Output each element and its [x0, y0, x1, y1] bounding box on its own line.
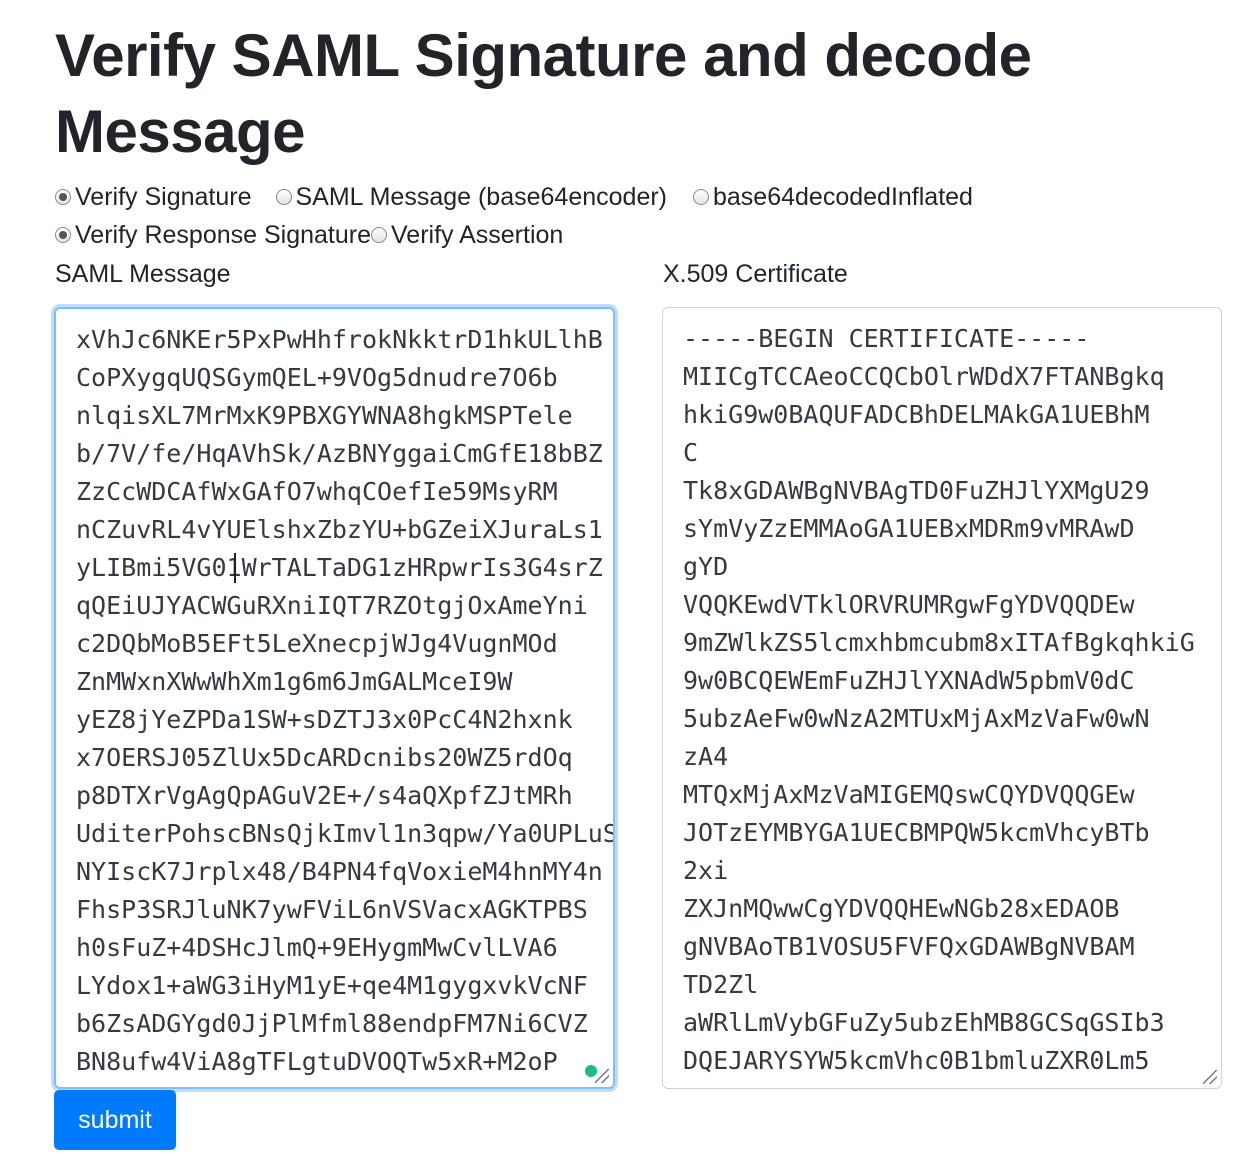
target-radio-group: Verify Response Signature Verify Asserti…: [55, 220, 563, 250]
radio-option-saml-message-base64encoder[interactable]: SAML Message (base64encoder): [275, 182, 668, 212]
x509-certificate-label: X.509 Certificate: [663, 260, 848, 288]
radio-option-base64decodedinflated[interactable]: base64decodedInflated: [693, 183, 973, 212]
radio-label-base64decodedinflated: base64decodedInflated: [713, 182, 973, 211]
radio-option-verify-response-signature[interactable]: Verify Response Signature: [55, 221, 371, 250]
x509-certificate-textarea[interactable]: -----BEGIN CERTIFICATE----- MIICgTCCAeoC…: [662, 307, 1222, 1089]
radio-label-verify-assertion: Verify Assertion: [391, 220, 564, 249]
radio-base64decodedinflated[interactable]: [693, 189, 709, 205]
radio-verify-response-signature[interactable]: [55, 227, 71, 243]
submit-button[interactable]: submit: [54, 1090, 176, 1150]
page-title: Verify SAML Signature and decode Message: [55, 18, 1155, 170]
mode-radio-group: Verify Signature SAML Message (base64enc…: [55, 182, 973, 212]
radio-label-saml-message-base64encoder: SAML Message (base64encoder): [295, 182, 668, 211]
radio-saml-message-base64encoder[interactable]: [275, 189, 292, 205]
radio-verify-assertion[interactable]: [371, 227, 388, 243]
resize-handle-icon[interactable]: [1203, 1070, 1217, 1084]
saml-message-label: SAML Message: [55, 260, 231, 288]
radio-verify-signature[interactable]: [55, 189, 71, 205]
page-title-line2: Message: [55, 98, 305, 165]
radio-option-verify-assertion[interactable]: Verify Assertion: [371, 221, 563, 250]
resize-handle-icon[interactable]: [595, 1069, 609, 1083]
radio-label-verify-response-signature: Verify Response Signature: [75, 220, 372, 249]
text-cursor: [234, 553, 236, 583]
radio-label-verify-signature: Verify Signature: [75, 182, 252, 211]
x509-certificate-text: -----BEGIN CERTIFICATE----- MIICgTCCAeoC…: [683, 324, 1195, 1075]
page-title-line1: Verify SAML Signature and decode: [55, 22, 1032, 89]
saml-message-text: xVhJc6NKEr5PxPwHhfrokNkktrD1hkULlhB CoPX…: [76, 325, 615, 1076]
saml-message-textarea[interactable]: xVhJc6NKEr5PxPwHhfrokNkktrD1hkULlhB CoPX…: [54, 307, 615, 1089]
radio-option-verify-signature[interactable]: Verify Signature: [55, 183, 252, 212]
